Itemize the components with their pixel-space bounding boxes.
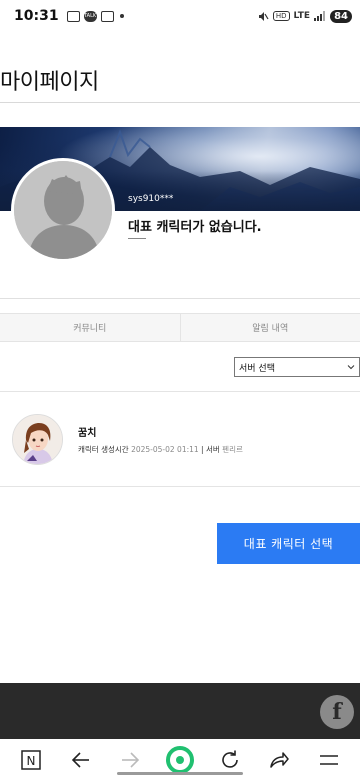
screen-capture-icon: [66, 10, 80, 22]
profile-avatar: [11, 158, 115, 262]
no-character-message: 대표 캐릭터가 없습니다.: [128, 220, 262, 235]
tab-community[interactable]: 커뮤니티: [0, 314, 180, 341]
share-button[interactable]: [262, 743, 296, 777]
server-select[interactable]: 서버 선택: [234, 357, 360, 377]
created-label: 캐릭터 생성시간: [78, 445, 129, 454]
menu-icon: [320, 754, 339, 765]
status-right: HD LTE 84: [258, 9, 352, 23]
forward-icon: [122, 751, 140, 768]
screen: 10:31 TALK HD LTE 84 마이페이지 sys910*** 대표 …: [0, 0, 360, 780]
home-indicator[interactable]: [117, 772, 243, 775]
status-bar: 10:31 TALK HD LTE 84: [0, 0, 360, 32]
menu-button[interactable]: [312, 743, 346, 777]
kakaotalk-icon: TALK: [83, 10, 97, 22]
naver-icon: N: [21, 749, 41, 770]
back-icon: [71, 751, 89, 768]
server-label: 서버: [205, 445, 220, 454]
hd-icon: HD: [272, 11, 290, 21]
browser-home-button[interactable]: N: [14, 743, 48, 777]
status-time: 10:31: [14, 8, 59, 24]
tab-bar: 커뮤니티 알림 내역: [0, 313, 360, 342]
refresh-icon: [221, 750, 238, 768]
back-button[interactable]: [64, 743, 98, 777]
share-icon: [270, 751, 290, 768]
profile-underline: [128, 238, 146, 239]
green-dot-icon: [165, 745, 194, 774]
tab-notifications[interactable]: 알림 내역: [179, 314, 360, 341]
created-value: 2025-05-02 01:11: [131, 445, 199, 454]
facebook-icon[interactable]: f: [320, 695, 354, 729]
chevron-down-icon: [347, 365, 355, 370]
character-name: 꿈치: [78, 428, 97, 439]
character-divider: [0, 486, 360, 487]
signal-icon: [314, 11, 326, 21]
character-portrait: [13, 415, 62, 464]
title-divider: [0, 102, 360, 103]
footer: [0, 683, 360, 739]
character-avatar[interactable]: [12, 414, 63, 465]
network-type: LTE: [293, 11, 311, 21]
battery-level: 84: [330, 9, 352, 23]
character-meta: 캐릭터 생성시간 2025-05-02 01:11 | 서버 펜리르: [78, 444, 243, 455]
page-title: 마이페이지: [0, 70, 99, 95]
profile-divider: [0, 298, 360, 299]
select-representative-character-button[interactable]: 대표 캐릭터 선택: [217, 523, 360, 564]
default-user-icon: [14, 161, 112, 259]
notification-dot-icon: [119, 14, 124, 18]
server-select-value: 서버 선택: [239, 363, 275, 374]
home-label: N: [26, 754, 35, 768]
select-divider: [0, 391, 360, 392]
server-value: 펜리르: [222, 445, 243, 454]
meta-separator: |: [198, 445, 206, 454]
username: sys910***: [128, 194, 174, 204]
mute-icon: [258, 11, 269, 21]
cast-icon: [100, 10, 114, 22]
